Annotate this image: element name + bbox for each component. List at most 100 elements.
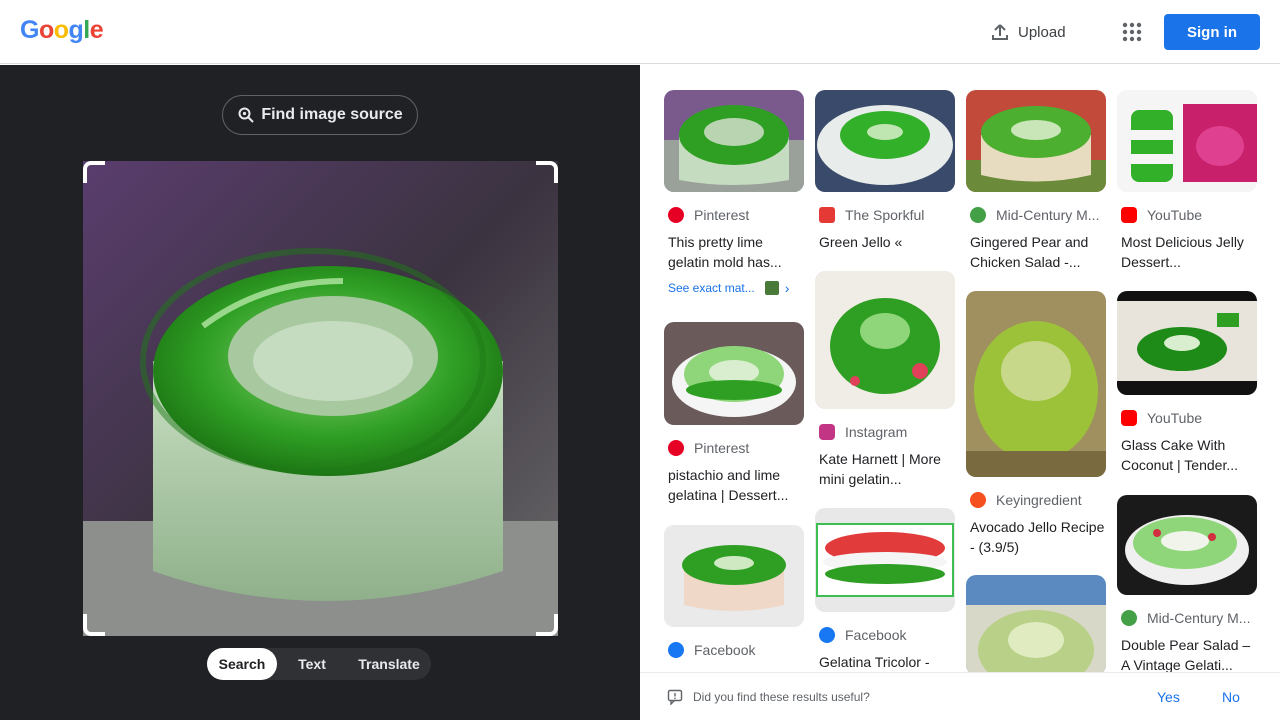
facebook-icon (668, 642, 684, 658)
result-thumbnail[interactable] (815, 271, 955, 409)
result-thumbnail[interactable] (664, 322, 804, 425)
logo-letter: g (68, 16, 84, 44)
visual-matches-grid: Pinterest This pretty lime gelatin mold … (640, 65, 1280, 672)
result-source-name: Pinterest (694, 440, 750, 456)
result-source-name: Pinterest (694, 207, 750, 223)
result-source: Mid-Century M... (966, 206, 1106, 224)
result-card[interactable]: Pinterest pistachio and lime gelatina | … (664, 322, 804, 505)
crop-handle-bottom-right[interactable] (536, 614, 558, 636)
result-title[interactable]: Kate Harnett | More mini gelatin... (815, 449, 955, 489)
result-source: YouTube (1117, 409, 1257, 427)
feedback-icon (667, 689, 683, 705)
result-title[interactable]: Avocado Jello Recipe - (3.9/5) (966, 517, 1106, 557)
crop-handle-bottom-left[interactable] (83, 614, 105, 636)
feedback-no-button[interactable]: No (1222, 689, 1240, 705)
result-card[interactable]: YouTube Most Delicious Jelly Dessert... (1117, 90, 1257, 272)
query-image-panel: Find image source Search Text Translate (0, 65, 640, 720)
result-source: Facebook (664, 641, 804, 659)
result-title[interactable]: Green Jello « (815, 232, 955, 252)
result-source-name: Mid-Century M... (996, 207, 1100, 223)
pinterest-icon (668, 207, 684, 223)
result-card[interactable]: Facebook (664, 525, 804, 659)
result-title[interactable]: pistachio and lime gelatina | Dessert... (664, 465, 804, 505)
top-header: Google Upload Sign in (0, 0, 1280, 64)
pinterest-icon (668, 440, 684, 456)
result-source-name: YouTube (1147, 410, 1203, 426)
result-source-name: The Sporkful (845, 207, 925, 223)
upload-label: Upload (1018, 23, 1066, 41)
result-thumbnail[interactable] (815, 508, 955, 612)
result-card[interactable] (966, 575, 1106, 672)
youtube-icon (1121, 207, 1137, 223)
lens-mode-switcher: Search Text Translate (207, 648, 431, 680)
result-title[interactable]: Gelatina Tricolor - (815, 652, 955, 672)
result-thumbnail[interactable] (1117, 291, 1257, 395)
result-source: Pinterest (664, 206, 804, 224)
result-source: Keyingredient (966, 491, 1106, 509)
crop-handle-top-left[interactable] (83, 161, 105, 183)
facebook-icon (819, 627, 835, 643)
logo-letter: o (53, 16, 69, 44)
result-source: YouTube (1117, 206, 1257, 224)
result-source: Instagram (815, 423, 955, 441)
upload-button[interactable]: Upload (990, 20, 1066, 44)
result-source-name: Keyingredient (996, 492, 1082, 508)
result-card[interactable]: Instagram Kate Harnett | More mini gelat… (815, 271, 955, 489)
result-card[interactable]: Mid-Century M... Double Pear Salad – A V… (1117, 495, 1257, 672)
google-logo[interactable]: Google (20, 16, 104, 45)
result-source: Facebook (815, 626, 955, 644)
feedback-yes-button[interactable]: Yes (1157, 689, 1180, 705)
mode-search[interactable]: Search (207, 648, 277, 680)
logo-letter: G (20, 16, 39, 44)
result-source-name: Mid-Century M... (1147, 610, 1251, 626)
result-thumbnail[interactable] (1117, 90, 1257, 192)
sporkful-icon (819, 207, 835, 223)
keyingredient-icon (970, 492, 986, 508)
result-card[interactable]: Facebook Gelatina Tricolor - (815, 508, 955, 672)
result-card[interactable]: The Sporkful Green Jello « (815, 90, 955, 252)
logo-letter: e (89, 16, 104, 44)
instagram-icon (819, 424, 835, 440)
crop-handle-top-right[interactable] (536, 161, 558, 183)
result-title[interactable]: This pretty lime gelatin mold has... (664, 232, 804, 272)
find-image-source-button[interactable]: Find image source (222, 95, 418, 135)
feedback-bar: Did you find these results useful? Yes N… (640, 672, 1280, 720)
result-source-name: Facebook (845, 627, 907, 643)
result-source-name: YouTube (1147, 207, 1203, 223)
result-title[interactable]: Gingered Pear and Chicken Salad -... (966, 232, 1106, 272)
result-title[interactable]: Double Pear Salad – A Vintage Gelati... (1117, 635, 1257, 672)
watermelon-icon (1121, 610, 1137, 626)
sign-in-button[interactable]: Sign in (1164, 14, 1260, 50)
result-thumbnail[interactable] (966, 291, 1106, 477)
result-thumbnail[interactable] (1117, 495, 1257, 595)
mode-text[interactable]: Text (277, 648, 347, 680)
result-source: The Sporkful (815, 206, 955, 224)
see-exact-matches-link[interactable]: See exact mat... › (664, 280, 804, 296)
result-thumbnail[interactable] (966, 90, 1106, 192)
upload-icon (992, 24, 1008, 40)
result-source-name: Facebook (694, 642, 756, 658)
feedback-question: Did you find these results useful? (693, 689, 870, 704)
result-title[interactable]: Most Delicious Jelly Dessert... (1117, 232, 1257, 272)
result-source: Pinterest (664, 439, 804, 457)
result-thumbnail[interactable] (664, 525, 804, 627)
result-card[interactable]: Keyingredient Avocado Jello Recipe - (3.… (966, 291, 1106, 557)
result-thumbnail[interactable] (815, 90, 955, 192)
result-thumbnail[interactable] (664, 90, 804, 192)
result-source: Mid-Century M... (1117, 609, 1257, 627)
find-image-source-label: Find image source (261, 106, 403, 123)
result-title[interactable]: Glass Cake With Coconut | Tender... (1117, 435, 1257, 475)
mode-translate[interactable]: Translate (347, 648, 431, 680)
apps-grid-icon[interactable] (1120, 20, 1144, 44)
exact-match-thumbnail (764, 281, 779, 295)
result-card[interactable]: Pinterest This pretty lime gelatin mold … (664, 90, 804, 296)
result-card[interactable]: YouTube Glass Cake With Coconut | Tender… (1117, 291, 1257, 475)
result-source-name: Instagram (845, 424, 908, 440)
lens-search-icon (238, 107, 255, 123)
watermelon-icon (970, 207, 986, 223)
query-image[interactable] (83, 161, 558, 636)
chevron-right-icon: › (784, 280, 790, 296)
result-card[interactable]: Mid-Century M... Gingered Pear and Chick… (966, 90, 1106, 272)
logo-letter: o (38, 16, 54, 44)
result-thumbnail[interactable] (966, 575, 1106, 672)
